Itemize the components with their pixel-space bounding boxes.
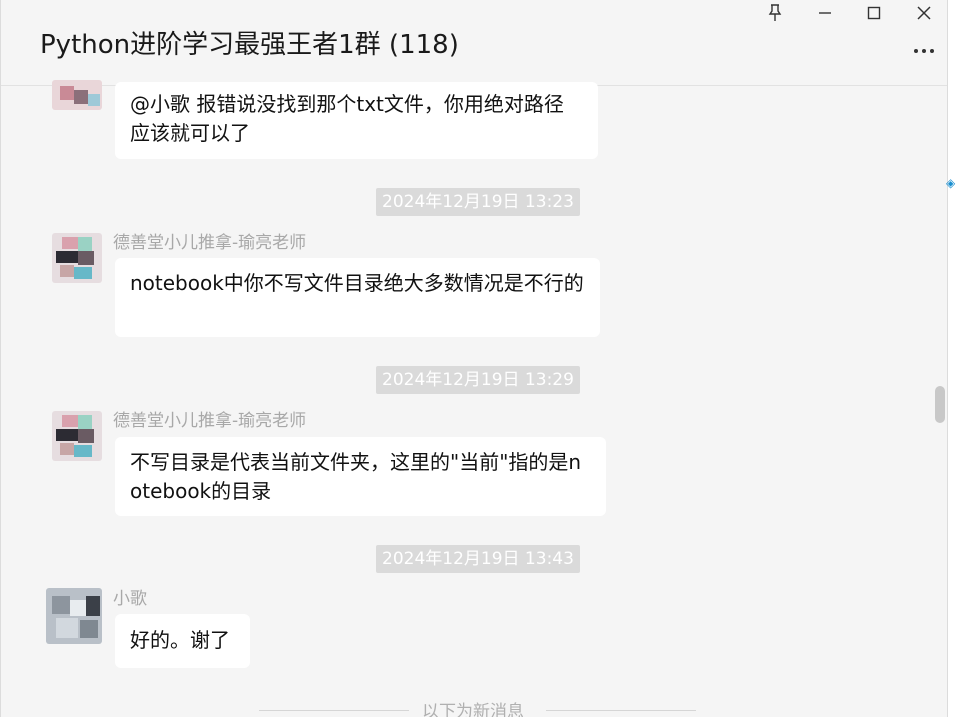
maximize-icon (867, 6, 881, 20)
chat-window: Python进阶学习最强王者1群 (118) @小歌 报错说没找到那个txt文件… (0, 0, 948, 717)
edge-icon: ◈ (946, 176, 956, 190)
message-bubble[interactable]: 不写目录是代表当前文件夹，这里的"当前"指的是notebook的目录 (115, 437, 606, 516)
message-text: @小歌 报错说没找到那个txt文件，你用绝对路径应该就可以了 (130, 92, 564, 145)
divider-line (259, 710, 409, 711)
close-icon (917, 6, 931, 20)
message-bubble[interactable]: notebook中你不写文件目录绝大多数情况是不行的 (115, 258, 600, 337)
scrollbar-thumb[interactable] (935, 386, 945, 423)
minimize-icon (819, 12, 831, 14)
chat-header: Python进阶学习最强王者1群 (118) (1, 0, 947, 86)
message-text: 不写目录是代表当前文件夹，这里的"当前"指的是notebook的目录 (130, 450, 582, 503)
message-text: 好的。谢了 (130, 628, 230, 652)
avatar[interactable] (52, 411, 102, 461)
new-messages-divider: 以下为新消息 (422, 702, 524, 717)
avatar[interactable] (46, 588, 102, 644)
timestamp: 2024年12月19日 13:23 (376, 188, 580, 216)
minimize-button[interactable] (807, 0, 843, 26)
pin-icon (768, 4, 782, 21)
maximize-button[interactable] (856, 0, 892, 26)
more-options-button[interactable] (907, 38, 941, 64)
message-bubble[interactable]: 好的。谢了 (115, 614, 250, 668)
more-icon (914, 49, 918, 53)
avatar[interactable] (52, 233, 102, 283)
background-window-edge (948, 0, 964, 717)
avatar[interactable] (52, 80, 102, 110)
sender-name: 小歌 (113, 589, 147, 609)
divider-line (546, 710, 696, 711)
message-bubble[interactable]: @小歌 报错说没找到那个txt文件，你用绝对路径应该就可以了 (115, 82, 598, 159)
pin-button[interactable] (757, 0, 793, 26)
sender-name: 德善堂小儿推拿-瑜亮老师 (113, 411, 307, 431)
message-text: notebook中你不写文件目录绝大多数情况是不行的 (130, 271, 584, 295)
timestamp: 2024年12月19日 13:43 (376, 545, 580, 573)
close-button[interactable] (906, 0, 942, 26)
sender-name: 德善堂小儿推拿-瑜亮老师 (113, 233, 307, 253)
chat-title: Python进阶学习最强王者1群 (118) (40, 30, 459, 60)
timestamp: 2024年12月19日 13:29 (376, 366, 580, 394)
